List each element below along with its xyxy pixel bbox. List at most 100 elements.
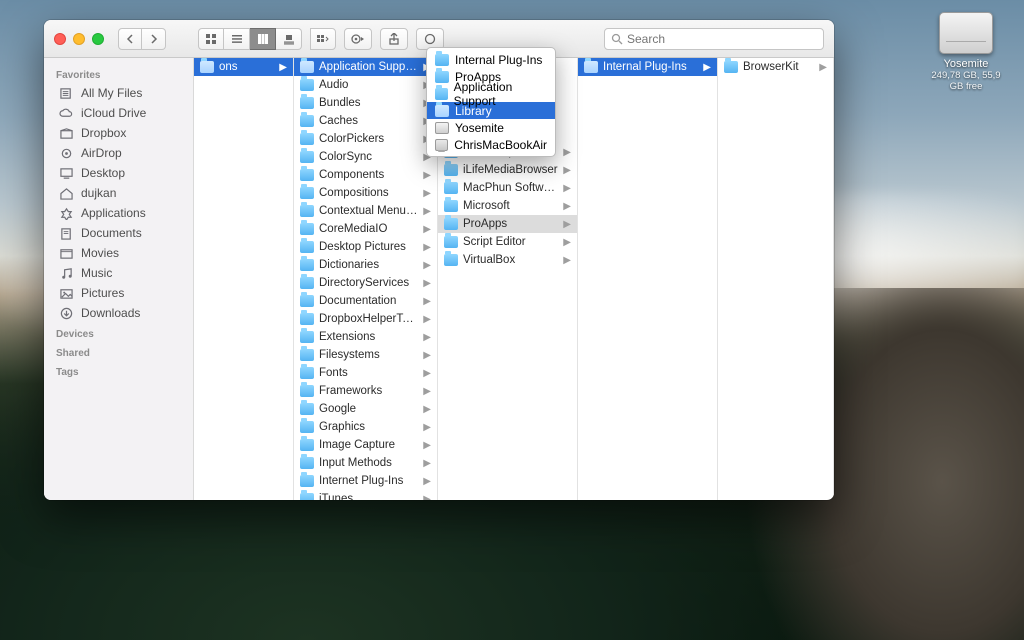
sidebar-item-documents[interactable]: Documents xyxy=(44,223,193,243)
back-button[interactable] xyxy=(118,28,142,50)
folder-icon xyxy=(300,295,314,307)
column-0[interactable]: ons▶ xyxy=(194,58,294,500)
chevron-right-icon: ▶ xyxy=(423,404,433,415)
folder-icon xyxy=(300,79,314,91)
folder-row[interactable]: Dictionaries▶ xyxy=(294,256,437,274)
view-icons-button[interactable] xyxy=(198,28,224,50)
folder-row[interactable]: ColorPickers▶ xyxy=(294,130,437,148)
folder-row[interactable]: DirectoryServices▶ xyxy=(294,274,437,292)
path-popup-menu[interactable]: Internal Plug-InsProAppsApplication Supp… xyxy=(426,47,556,157)
minimize-button[interactable] xyxy=(73,33,85,45)
folder-row[interactable]: Compositions▶ xyxy=(294,184,437,202)
sidebar-item-music[interactable]: Music xyxy=(44,263,193,283)
path-menu-item[interactable]: ChrisMacBookAir xyxy=(427,136,555,153)
folder-row[interactable]: Input Methods▶ xyxy=(294,454,437,472)
chevron-right-icon: ▶ xyxy=(563,147,573,158)
folder-row[interactable]: Application Support▶ xyxy=(294,58,437,76)
sidebar-item-label: All My Files xyxy=(81,86,142,100)
forward-button[interactable] xyxy=(142,28,166,50)
zoom-button[interactable] xyxy=(92,33,104,45)
folder-row[interactable]: Frameworks▶ xyxy=(294,382,437,400)
folder-icon xyxy=(300,493,314,500)
share-button[interactable] xyxy=(380,28,408,50)
folder-row[interactable]: Contextual Menu Items▶ xyxy=(294,202,437,220)
sidebar-item-downloads[interactable]: Downloads xyxy=(44,303,193,323)
finder-window: Favorites All My FilesiCloud DriveDropbo… xyxy=(44,20,834,500)
search-field[interactable] xyxy=(604,28,824,50)
folder-label: Filesystems xyxy=(319,349,418,361)
folder-row[interactable]: Filesystems▶ xyxy=(294,346,437,364)
folder-row[interactable]: Bundles▶ xyxy=(294,94,437,112)
chevron-right-icon: ▶ xyxy=(423,314,433,325)
folder-icon xyxy=(435,71,449,83)
folder-icon xyxy=(300,259,314,271)
sidebar-item-dropbox[interactable]: Dropbox xyxy=(44,123,193,143)
folder-row[interactable]: Fonts▶ xyxy=(294,364,437,382)
sidebar-item-icloud-drive[interactable]: iCloud Drive xyxy=(44,103,193,123)
folder-row[interactable]: iLifeMediaBrowser▶ xyxy=(438,161,577,179)
folder-row[interactable]: Components▶ xyxy=(294,166,437,184)
folder-label: Script Editor xyxy=(463,236,558,248)
folder-row[interactable]: Audio▶ xyxy=(294,76,437,94)
sidebar-heading-favorites: Favorites xyxy=(44,64,193,83)
folder-label: DropboxHelperTools xyxy=(319,313,418,325)
folder-icon xyxy=(300,115,314,127)
folder-label: Bundles xyxy=(319,97,418,109)
folder-icon xyxy=(444,200,458,212)
sidebar-item-dujkan[interactable]: dujkan xyxy=(44,183,193,203)
folder-row[interactable]: ons▶ xyxy=(194,58,293,76)
movies-icon xyxy=(58,246,74,260)
chevron-right-icon: ▶ xyxy=(563,219,573,230)
folder-row[interactable]: iTunes▶ xyxy=(294,490,437,500)
folder-row[interactable]: Extensions▶ xyxy=(294,328,437,346)
folder-row[interactable]: Desktop Pictures▶ xyxy=(294,238,437,256)
folder-row[interactable]: Documentation▶ xyxy=(294,292,437,310)
airdrop-icon xyxy=(58,146,74,160)
folder-row[interactable]: MacPhun Software▶ xyxy=(438,179,577,197)
column-1[interactable]: Application Support▶Audio▶Bundles▶Caches… xyxy=(294,58,438,500)
column-4[interactable]: BrowserKit▶ xyxy=(718,58,834,500)
sidebar-item-airdrop[interactable]: AirDrop xyxy=(44,143,193,163)
folder-row[interactable]: DropboxHelperTools ▶ xyxy=(294,310,437,328)
sidebar-item-applications[interactable]: Applications xyxy=(44,203,193,223)
sidebar-item-all-my-files[interactable]: All My Files xyxy=(44,83,193,103)
folder-icon xyxy=(444,254,458,266)
folder-row[interactable]: Graphics▶ xyxy=(294,418,437,436)
folder-label: Internet Plug-Ins xyxy=(319,475,418,487)
folder-row[interactable]: Script Editor▶ xyxy=(438,233,577,251)
folder-row[interactable]: Internal Plug-Ins▶ xyxy=(578,58,717,76)
docs-icon xyxy=(58,226,74,240)
folder-icon xyxy=(300,385,314,397)
folder-row[interactable]: ProApps▶ xyxy=(438,215,577,233)
path-menu-item[interactable]: Internal Plug-Ins xyxy=(427,51,555,68)
folder-row[interactable]: VirtualBox▶ xyxy=(438,251,577,269)
arrange-button[interactable] xyxy=(310,28,336,50)
folder-label: BrowserKit xyxy=(743,61,814,73)
folder-row[interactable]: BrowserKit▶ xyxy=(718,58,833,76)
folder-row[interactable]: ColorSync▶ xyxy=(294,148,437,166)
sidebar-item-pictures[interactable]: Pictures xyxy=(44,283,193,303)
view-columns-button[interactable] xyxy=(250,28,276,50)
folder-row[interactable]: CoreMediaIO▶ xyxy=(294,220,437,238)
drive-name: Yosemite xyxy=(926,58,1006,70)
folder-row[interactable]: Google▶ xyxy=(294,400,437,418)
action-button[interactable] xyxy=(344,28,372,50)
path-menu-item[interactable]: Application Support xyxy=(427,85,555,102)
path-menu-item[interactable]: Yosemite xyxy=(427,119,555,136)
close-button[interactable] xyxy=(54,33,66,45)
view-coverflow-button[interactable] xyxy=(276,28,302,50)
sidebar-item-movies[interactable]: Movies xyxy=(44,243,193,263)
sidebar-item-desktop[interactable]: Desktop xyxy=(44,163,193,183)
chevron-right-icon: ▶ xyxy=(423,422,433,433)
folder-row[interactable]: Microsoft▶ xyxy=(438,197,577,215)
folder-icon xyxy=(300,241,314,253)
view-list-button[interactable] xyxy=(224,28,250,50)
folder-row[interactable]: Caches▶ xyxy=(294,112,437,130)
desktop-drive[interactable]: Yosemite 249,78 GB, 55,9 GB free xyxy=(926,12,1006,92)
folder-label: Application Support xyxy=(319,61,418,73)
sidebar-heading-tags: Tags xyxy=(44,361,193,380)
search-input[interactable] xyxy=(627,32,817,46)
column-3[interactable]: Internal Plug-Ins▶ xyxy=(578,58,718,500)
folder-row[interactable]: Internet Plug-Ins▶ xyxy=(294,472,437,490)
folder-row[interactable]: Image Capture▶ xyxy=(294,436,437,454)
